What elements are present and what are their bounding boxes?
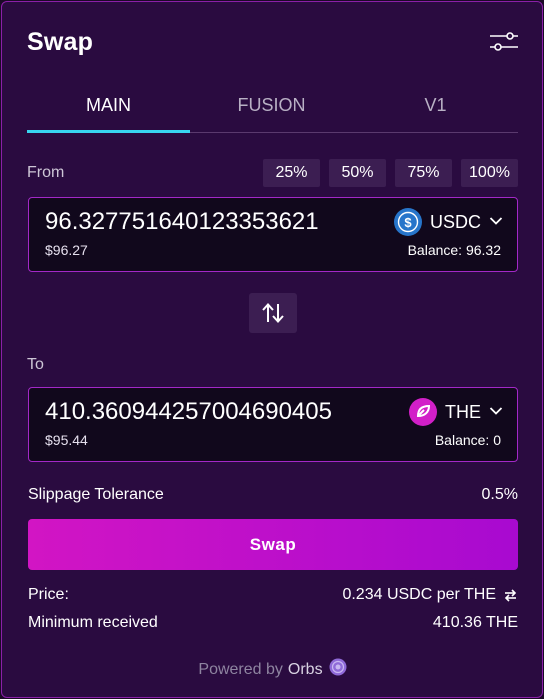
slippage-row: Slippage Tolerance 0.5% [28, 486, 518, 504]
active-tab-indicator [27, 130, 190, 133]
percent-50-button[interactable]: 50% [329, 159, 386, 187]
chevron-down-icon [489, 213, 503, 231]
from-token-symbol: USDC [429, 211, 481, 232]
the-coin-icon [409, 398, 437, 426]
usdc-coin-icon: $ [393, 208, 422, 236]
orbs-brand-link[interactable]: Orbs [288, 661, 323, 679]
from-balance: Balance: 96.32 [407, 242, 501, 258]
percent-25-button[interactable]: 25% [263, 159, 320, 187]
to-label: To [27, 356, 44, 373]
from-amount-input[interactable]: 96.327751640123353621 [45, 208, 319, 236]
price-label: Price: [28, 586, 69, 603]
to-token-panel: 410.360944257004690405 $95.44 THE Balanc… [28, 387, 518, 462]
price-info: 0.234 USDC per THE [342, 586, 518, 604]
to-amount-input[interactable]: 410.360944257004690405 [45, 398, 332, 426]
chevron-down-icon [489, 403, 503, 421]
slippage-value[interactable]: 0.5% [482, 486, 518, 504]
swap-card: Swap MAIN FUSION V1 From 25% 50% 75% 100… [1, 1, 543, 698]
invert-price-icon[interactable] [503, 588, 518, 603]
to-usd-value: $95.44 [45, 432, 88, 448]
tab-main[interactable]: MAIN [27, 88, 190, 132]
minimum-received-value: 410.36 THE [432, 614, 518, 631]
swap-arrows-icon[interactable] [249, 293, 297, 333]
page-title: Swap [27, 28, 94, 56]
powered-by-footer: Powered by Orbs [2, 657, 544, 682]
powered-by-text: Powered by [198, 660, 283, 678]
minimum-received-row: Minimum received 410.36 THE [28, 614, 518, 632]
from-token-panel: 96.327751640123353621 $96.27 $ USDC Bala… [28, 197, 518, 272]
percent-75-button[interactable]: 75% [395, 159, 452, 187]
minimum-received-label: Minimum received [28, 614, 158, 631]
to-token-symbol: THE [445, 401, 481, 422]
price-row: Price: 0.234 USDC per THE [28, 586, 518, 604]
from-token-selector[interactable]: $ USDC [393, 208, 503, 236]
from-label: From [27, 164, 65, 181]
to-balance: Balance: 0 [434, 432, 501, 448]
tab-bar: MAIN FUSION V1 [27, 88, 518, 133]
sliders-icon[interactable] [489, 30, 519, 54]
slippage-label: Slippage Tolerance [28, 486, 164, 503]
swap-button[interactable]: Swap [28, 519, 518, 570]
to-token-selector[interactable]: THE [409, 398, 503, 426]
orbs-logo-icon [328, 657, 348, 682]
from-usd-value: $96.27 [45, 242, 88, 258]
price-value: 0.234 USDC per THE [342, 586, 496, 603]
percent-100-button[interactable]: 100% [461, 159, 518, 187]
tab-v1[interactable]: V1 [353, 88, 518, 132]
tab-fusion[interactable]: FUSION [190, 88, 353, 132]
svg-text:$: $ [404, 215, 412, 230]
